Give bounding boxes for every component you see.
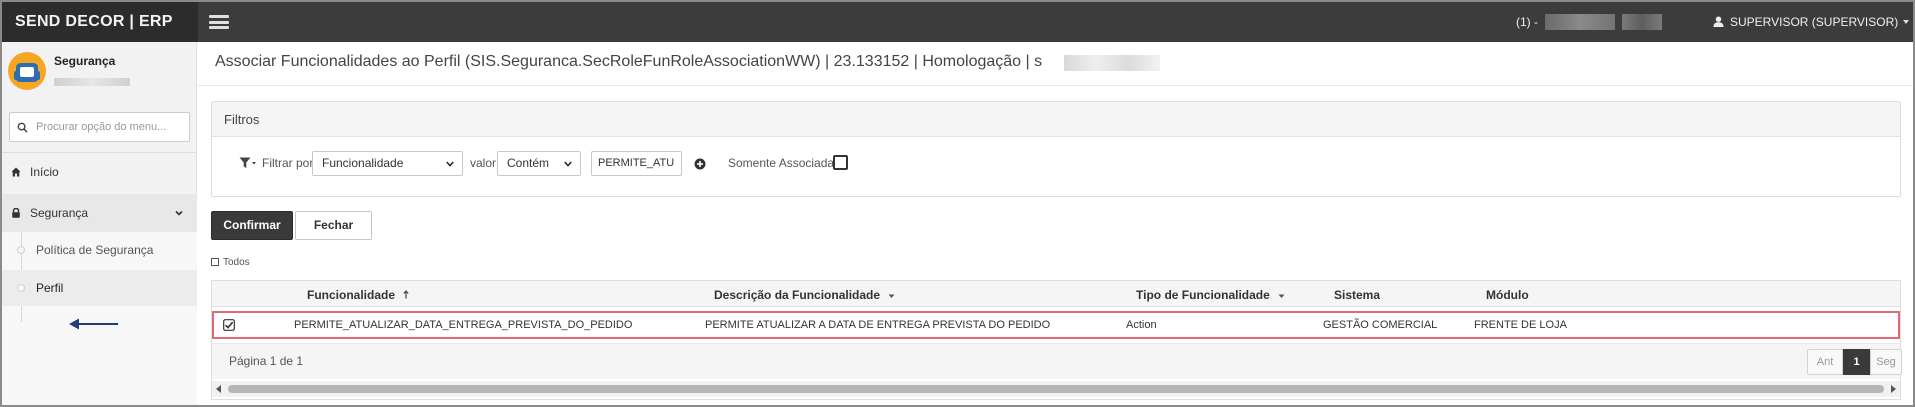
chevron-down-icon: [446, 161, 454, 167]
user-icon: [1713, 16, 1724, 27]
scrollbar-thumb[interactable]: [228, 385, 1884, 393]
menu-toggle-icon[interactable]: [209, 15, 229, 29]
chevron-down-icon: [175, 210, 183, 216]
sidebar-subitem-perfil[interactable]: Perfil: [2, 270, 197, 330]
sidebar-header: Segurança: [2, 42, 197, 102]
search-icon: [17, 122, 28, 133]
lock-icon: [12, 208, 20, 218]
page-1-button[interactable]: 1: [1843, 349, 1870, 375]
scroll-right-icon[interactable]: [1891, 385, 1896, 393]
sidebar-item-label: Início: [30, 165, 59, 179]
filters-panel: Filtros Filtrar por Funcionalidade valor…: [211, 101, 1901, 197]
bullet-icon: [17, 284, 25, 292]
column-header-descricao[interactable]: Descrição da Funcionalidade: [714, 288, 895, 302]
app-logo: [8, 52, 46, 90]
filters-header: Filtros: [212, 102, 1900, 137]
value-label: valor: [470, 156, 497, 170]
functionality-grid: Funcionalidade Descrição da Funcionalida…: [211, 280, 1902, 400]
sidebar-module-title: Segurança: [54, 54, 116, 68]
cell-funcionalidade: PERMITE_ATUALIZAR_DATA_ENTREGA_PREVISTA_…: [294, 319, 633, 331]
grid-footer: Página 1 de 1 Ant 1 Seg: [212, 343, 1902, 379]
close-button[interactable]: Fechar: [295, 211, 372, 240]
title-divider: [198, 85, 1913, 86]
only-associated-checkbox[interactable]: [833, 155, 848, 170]
sidebar-subitem-politica-seguranca[interactable]: Política de Segurança: [2, 232, 197, 268]
select-all-toggle[interactable]: Todos: [211, 257, 250, 268]
caret-down-icon: [1278, 294, 1285, 298]
company-name-redacted: [1545, 14, 1615, 30]
sidebar-item-label: Segurança: [30, 206, 89, 220]
add-filter-icon[interactable]: [694, 158, 706, 170]
scroll-left-icon[interactable]: [216, 385, 221, 393]
column-header-modulo[interactable]: Módulo: [1486, 288, 1529, 302]
top-navbar: SEND DECOR | ERP (1) - SUPERVISOR (SUPER…: [2, 2, 1913, 42]
caret-down-icon: [1903, 20, 1910, 24]
pagination-info: Página 1 de 1: [229, 354, 304, 368]
sidebar-item-inicio[interactable]: Início: [2, 153, 197, 191]
sidebar-subitem-label: Perfil: [36, 281, 64, 295]
chevron-down-icon: [564, 161, 572, 167]
cell-modulo: FRENTE DE LOJA: [1474, 319, 1567, 331]
filters-title: Filtros: [224, 112, 260, 127]
page-title: Associar Funcionalidades ao Perfil (SIS.…: [215, 53, 1043, 70]
next-page-button[interactable]: Seg: [1870, 349, 1902, 375]
column-header-funcionalidade[interactable]: Funcionalidade: [307, 288, 409, 302]
filter-field-select[interactable]: Funcionalidade: [312, 151, 463, 176]
filter-operator-value: Contém: [507, 156, 550, 170]
grid-header: Funcionalidade Descrição da Funcionalida…: [212, 281, 1900, 307]
checked-checkbox-icon[interactable]: [223, 319, 235, 331]
environment-name-redacted: [1064, 55, 1160, 71]
bullet-icon: [17, 246, 25, 254]
user-menu[interactable]: SUPERVISOR (SUPERVISOR): [1713, 2, 1910, 42]
column-header-sistema[interactable]: Sistema: [1334, 288, 1380, 302]
filter-operator-select[interactable]: Contém: [497, 151, 581, 176]
horizontal-scrollbar[interactable]: [212, 381, 1900, 397]
main-content: Associar Funcionalidades ao Perfil (SIS.…: [198, 42, 1913, 405]
sidebar-subitem-label: Política de Segurança: [36, 243, 154, 257]
filter-funnel-icon[interactable]: [239, 157, 257, 169]
sidebar: Segurança Início Segurança Política de S…: [2, 42, 197, 405]
only-associated-label: Somente Associadas: [728, 156, 841, 170]
sidebar-item-seguranca[interactable]: Segurança: [2, 194, 197, 232]
column-header-tipo[interactable]: Tipo de Funcionalidade: [1136, 288, 1285, 302]
table-row[interactable]: PERMITE_ATUALIZAR_DATA_ENTREGA_PREVISTA_…: [212, 311, 1900, 339]
company-prefix: (1) -: [1516, 15, 1538, 29]
cell-tipo: Action: [1126, 319, 1157, 331]
cell-descricao: PERMITE ATUALIZAR A DATA DE ENTREGA PREV…: [705, 319, 1051, 331]
confirm-button[interactable]: Confirmar: [211, 211, 293, 240]
app-brand[interactable]: SEND DECOR | ERP: [2, 2, 198, 42]
annotation-arrow-icon: [69, 318, 118, 330]
sidebar-submenu: Política de Segurança Perfil: [2, 232, 197, 405]
sidebar-subtitle-redacted: [54, 78, 130, 86]
caret-down-icon: [888, 294, 895, 298]
select-all-label: Todos: [223, 257, 250, 268]
cell-sistema: GESTÃO COMERCIAL: [1323, 319, 1438, 331]
filter-field-value: Funcionalidade: [322, 156, 404, 170]
select-all-checkbox[interactable]: [211, 258, 219, 266]
filter-by-label: Filtrar por: [262, 156, 314, 170]
sort-asc-icon: [403, 290, 409, 299]
menu-search[interactable]: [9, 112, 190, 142]
previous-page-button[interactable]: Ant: [1807, 349, 1843, 375]
company-code-redacted: [1622, 14, 1662, 30]
menu-search-input[interactable]: [36, 113, 186, 141]
filter-value-input[interactable]: PERMITE_ATU: [591, 151, 682, 176]
user-label: SUPERVISOR (SUPERVISOR): [1730, 15, 1899, 29]
home-icon: [11, 167, 21, 177]
